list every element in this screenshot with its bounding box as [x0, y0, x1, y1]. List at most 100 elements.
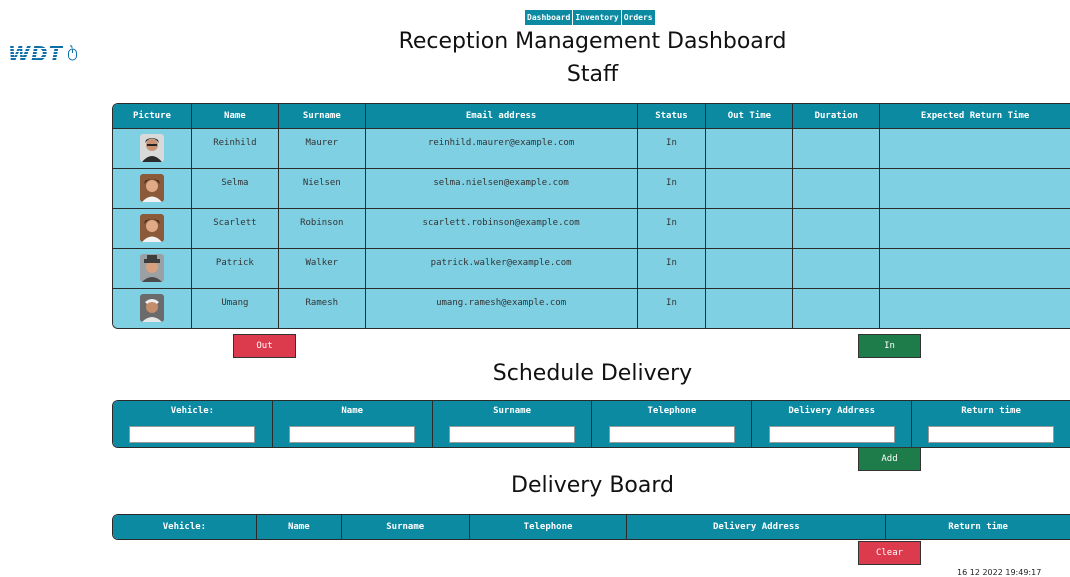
staff-email: umang.ramesh@example.com [365, 288, 638, 328]
vehicle-input[interactable] [129, 425, 256, 443]
page-title: Reception Management Dashboard [398, 29, 787, 54]
avatar [139, 254, 164, 282]
col-vehicle: Vehicle: [113, 401, 273, 421]
staff-name: Selma [191, 168, 279, 208]
staff-header-row: Picture Name Surname Email address Statu… [113, 104, 1070, 128]
telephone-cell [592, 421, 753, 447]
schedule-heading: Schedule Delivery [492, 361, 693, 386]
col-return-time: Return time [886, 515, 1070, 539]
surname-cell [432, 421, 593, 447]
table-row[interactable]: Scarlett Robinson scarlett.robinson@exam… [113, 208, 1070, 248]
col-status: Status [637, 104, 707, 128]
in-button[interactable]: In [858, 334, 921, 358]
staff-status: In [637, 208, 707, 248]
avatar [139, 134, 164, 162]
staff-status: In [637, 168, 707, 208]
staff-expected-return [880, 168, 1070, 208]
staff-name: Umang [191, 288, 279, 328]
return-time-input[interactable] [928, 425, 1055, 443]
col-name: Name [256, 515, 342, 539]
staff-surname: Nielsen [278, 168, 366, 208]
delivery-board-table: Vehicle: Name Surname Telephone Delivery… [112, 514, 1070, 540]
staff-name: Reinhild [191, 128, 279, 168]
staff-email: patrick.walker@example.com [365, 248, 638, 288]
table-row[interactable]: Reinhild Maurer reinhild.maurer@example.… [113, 128, 1070, 168]
col-surname: Surname [432, 401, 593, 421]
col-email: Email address [365, 104, 638, 128]
staff-out-time [706, 168, 794, 208]
avatar [139, 294, 164, 322]
return-time-cell [912, 421, 1070, 447]
board-header-row: Vehicle: Name Surname Telephone Delivery… [113, 515, 1070, 539]
out-button[interactable]: Out [233, 334, 296, 358]
col-name: Name [191, 104, 279, 128]
staff-duration [793, 208, 881, 248]
staff-name: Patrick [191, 248, 279, 288]
col-expected-return: Expected Return Time [880, 104, 1070, 128]
staff-heading: Staff [566, 62, 619, 87]
name-input[interactable] [289, 425, 416, 443]
timestamp: 16 12 2022 19:49:17 [957, 568, 1042, 577]
staff-surname: Maurer [278, 128, 366, 168]
picture-cell [113, 128, 192, 168]
staff-status: In [637, 128, 707, 168]
surname-input[interactable] [449, 425, 576, 443]
staff-table: Picture Name Surname Email address Statu… [112, 103, 1070, 329]
staff-out-time [706, 248, 794, 288]
col-surname: Surname [341, 515, 470, 539]
staff-email: selma.nielsen@example.com [365, 168, 638, 208]
board-heading: Delivery Board [511, 473, 674, 498]
staff-duration [793, 128, 881, 168]
col-surname: Surname [278, 104, 366, 128]
address-cell [752, 421, 913, 447]
col-delivery-address: Delivery Address [627, 515, 887, 539]
picture-cell [113, 288, 192, 328]
telephone-input[interactable] [608, 425, 735, 443]
staff-status: In [637, 288, 707, 328]
avatar [139, 214, 164, 242]
staff-surname: Robinson [278, 208, 366, 248]
nav-item-inventory[interactable]: Inventory [573, 10, 622, 25]
table-row[interactable]: Selma Nielsen selma.nielsen@example.com … [113, 168, 1070, 208]
col-name: Name [272, 401, 433, 421]
staff-duration [793, 288, 881, 328]
col-duration: Duration [793, 104, 881, 128]
staff-surname: Ramesh [278, 288, 366, 328]
table-row[interactable]: Patrick Walker patrick.walker@example.co… [113, 248, 1070, 288]
schedule-header-row: Vehicle: Name Surname Telephone Delivery… [113, 401, 1070, 421]
schedule-input-row [113, 421, 1070, 447]
staff-expected-return [880, 248, 1070, 288]
picture-cell [113, 168, 192, 208]
picture-cell [113, 208, 192, 248]
top-nav: Dashboard Inventory Orders [525, 10, 655, 25]
staff-surname: Walker [278, 248, 366, 288]
staff-name: Scarlett [191, 208, 279, 248]
staff-duration [793, 248, 881, 288]
avatar [139, 174, 164, 202]
add-button[interactable]: Add [858, 447, 921, 471]
staff-expected-return [880, 208, 1070, 248]
col-return-time: Return time [912, 401, 1070, 421]
staff-email: reinhild.maurer@example.com [365, 128, 638, 168]
staff-out-time [706, 208, 794, 248]
staff-out-time [706, 128, 794, 168]
delivery-address-input[interactable] [768, 425, 895, 443]
col-picture: Picture [113, 104, 192, 128]
staff-email: scarlett.robinson@example.com [365, 208, 638, 248]
col-vehicle: Vehicle: [113, 515, 257, 539]
nav-item-orders[interactable]: Orders [621, 10, 655, 25]
schedule-delivery-form: Vehicle: Name Surname Telephone Delivery… [112, 400, 1070, 448]
name-cell [272, 421, 433, 447]
staff-expected-return [880, 128, 1070, 168]
staff-status: In [637, 248, 707, 288]
staff-duration [793, 168, 881, 208]
col-telephone: Telephone [592, 401, 753, 421]
col-out-time: Out Time [706, 104, 794, 128]
picture-cell [113, 248, 192, 288]
table-row[interactable]: Umang Ramesh umang.ramesh@example.com In [113, 288, 1070, 328]
clear-button[interactable]: Clear [858, 541, 921, 565]
staff-expected-return [880, 288, 1070, 328]
nav-item-dashboard[interactable]: Dashboard [525, 10, 574, 25]
vehicle-cell [113, 421, 273, 447]
col-telephone: Telephone [469, 515, 628, 539]
